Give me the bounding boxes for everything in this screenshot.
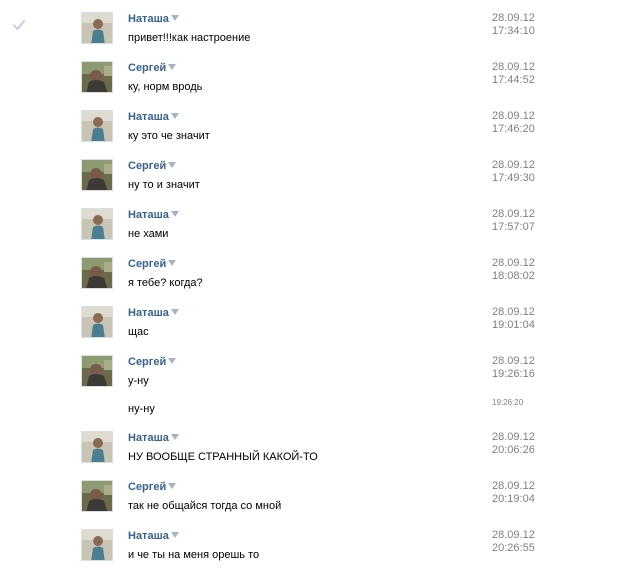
dropdown-arrow-icon[interactable]	[170, 15, 179, 21]
natasha-avatar[interactable]	[81, 12, 113, 44]
author-link[interactable]: Наташа	[128, 111, 169, 123]
message-date: 28.09.12	[492, 480, 535, 492]
message-date: 28.09.12	[492, 12, 535, 24]
message-item[interactable]: Наташа щас 28.09.12 19:01:04	[0, 306, 620, 354]
message-date: 28.09.12	[492, 431, 535, 443]
author-link[interactable]: Сергей	[128, 258, 166, 270]
sergey-avatar[interactable]	[81, 480, 113, 512]
dropdown-arrow-icon[interactable]	[168, 64, 177, 70]
natasha-avatar[interactable]	[81, 110, 113, 142]
message-text: ку, норм вродь	[128, 81, 203, 93]
message-time: 17:46:20	[492, 123, 535, 135]
author-link[interactable]: Наташа	[128, 209, 169, 221]
author-link[interactable]: Наташа	[128, 432, 169, 444]
message-time: 19:26:16	[492, 368, 535, 380]
message-item[interactable]: Сергей ну то и значит 28.09.12 17:49:30	[0, 159, 620, 207]
dropdown-arrow-icon[interactable]	[168, 260, 177, 266]
dropdown-arrow-icon[interactable]	[170, 532, 179, 538]
message-text: так не общайся тогда со мной	[128, 500, 282, 512]
author-link[interactable]: Наташа	[128, 307, 169, 319]
natasha-avatar[interactable]	[81, 529, 113, 561]
natasha-avatar[interactable]	[81, 208, 113, 240]
dropdown-arrow-icon[interactable]	[168, 358, 177, 364]
dropdown-arrow-icon[interactable]	[170, 434, 179, 440]
dropdown-arrow-icon[interactable]	[170, 211, 179, 217]
message-text: ку это че значит	[128, 130, 210, 142]
message-date: 28.09.12	[492, 355, 535, 367]
natasha-avatar[interactable]	[81, 431, 113, 463]
message-time: 19:26:20	[492, 398, 524, 407]
dropdown-arrow-icon[interactable]	[168, 162, 177, 168]
message-item[interactable]: Наташа привет!!!как настроение 28.09.12 …	[0, 12, 620, 60]
message-item[interactable]: Наташа НУ ВООБЩЕ СТРАННЫЙ КАКОЙ-ТО 28.09…	[0, 431, 620, 479]
message-time: 17:49:30	[492, 172, 535, 184]
message-text: ну-ну	[128, 403, 155, 415]
author-link[interactable]: Наташа	[128, 13, 169, 25]
author-link[interactable]: Сергей	[128, 481, 166, 493]
message-date: 28.09.12	[492, 257, 535, 269]
author-link[interactable]: Сергей	[128, 62, 166, 74]
message-text: у-ну	[128, 375, 149, 387]
dropdown-arrow-icon[interactable]	[170, 309, 179, 315]
message-text: ну то и значит	[128, 179, 200, 191]
message-text: НУ ВООБЩЕ СТРАННЫЙ КАКОЙ-ТО	[128, 451, 318, 463]
sergey-avatar[interactable]	[81, 355, 113, 387]
sergey-avatar[interactable]	[81, 61, 113, 93]
message-date: 28.09.12	[492, 159, 535, 171]
message-time: 20:26:55	[492, 542, 535, 554]
author-link[interactable]: Сергей	[128, 356, 166, 368]
message-time: 17:57:07	[492, 221, 535, 233]
message-item[interactable]: Сергей так не общайся тогда со мной 28.0…	[0, 480, 620, 528]
message-time: 17:44:52	[492, 74, 535, 86]
dropdown-arrow-icon[interactable]	[168, 483, 177, 489]
author-link[interactable]: Наташа	[128, 530, 169, 542]
author-link[interactable]: Сергей	[128, 160, 166, 172]
message-text: привет!!!как настроение	[128, 32, 251, 44]
dropdown-arrow-icon[interactable]	[170, 113, 179, 119]
message-item[interactable]: Наташа не хами 28.09.12 17:57:07	[0, 208, 620, 256]
message-date: 28.09.12	[492, 208, 535, 220]
message-date: 28.09.12	[492, 110, 535, 122]
message-text: я тебе? когда?	[128, 277, 203, 289]
message-time: 20:06:26	[492, 444, 535, 456]
message-time: 20:19:04	[492, 493, 535, 505]
message-item-continuation[interactable]: ну-ну 19:26:20	[0, 398, 620, 426]
sergey-avatar[interactable]	[81, 159, 113, 191]
message-item[interactable]: Сергей у-ну 28.09.12 19:26:16	[0, 355, 620, 403]
sergey-avatar[interactable]	[81, 257, 113, 289]
message-text: не хами	[128, 228, 169, 240]
message-date: 28.09.12	[492, 306, 535, 318]
message-time: 18:08:02	[492, 270, 535, 282]
message-time: 17:34:10	[492, 25, 535, 37]
message-item[interactable]: Сергей ку, норм вродь 28.09.12 17:44:52	[0, 61, 620, 109]
message-time: 19:01:04	[492, 319, 535, 331]
natasha-avatar[interactable]	[81, 306, 113, 338]
message-date: 28.09.12	[492, 529, 535, 541]
message-text: щас	[128, 326, 149, 338]
message-item[interactable]: Наташа ку это че значит 28.09.12 17:46:2…	[0, 110, 620, 158]
message-date: 28.09.12	[492, 61, 535, 73]
message-item[interactable]: Сергей я тебе? когда? 28.09.12 18:08:02	[0, 257, 620, 305]
message-text: и че ты на меня орешь то	[128, 549, 260, 561]
